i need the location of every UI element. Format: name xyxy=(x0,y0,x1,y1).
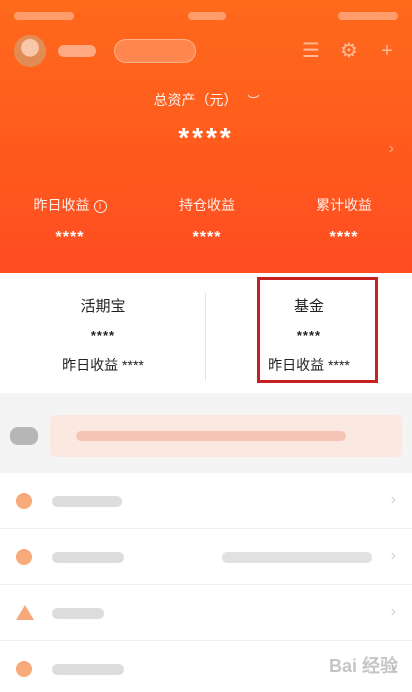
highlight-box xyxy=(257,277,378,383)
card-title: 活期宝 xyxy=(80,298,126,315)
speaker-icon xyxy=(10,427,38,445)
item-icon xyxy=(16,605,34,620)
chevron-right-icon: › xyxy=(390,603,396,620)
status-bar xyxy=(0,6,412,26)
total-assets-label-text: 总资产（元） xyxy=(153,92,238,108)
blurred-content: › › › › Bai 经验 xyxy=(0,393,412,692)
holding-earnings[interactable]: 持仓收益 **** xyxy=(137,195,277,247)
item-label xyxy=(52,552,124,563)
item-detail xyxy=(222,552,372,563)
chevron-right-icon: › xyxy=(390,491,396,508)
info-icon[interactable]: i xyxy=(93,200,107,213)
item-icon xyxy=(16,493,32,509)
notice-bar[interactable] xyxy=(50,415,402,457)
total-assets-value[interactable]: **** xyxy=(0,122,412,154)
item-icon xyxy=(16,549,32,565)
yesterday-earnings-value: **** xyxy=(55,229,85,246)
top-bar: ☰ ⚙ + xyxy=(14,35,398,67)
bill-icon[interactable]: ☰ xyxy=(300,40,322,62)
item-label xyxy=(52,496,122,507)
member-badge[interactable] xyxy=(114,39,196,63)
list-item[interactable]: › xyxy=(0,585,412,641)
watermark: Bai 经验 xyxy=(328,656,398,676)
item-label xyxy=(52,608,104,619)
add-icon[interactable]: + xyxy=(376,40,398,62)
card-amount: **** xyxy=(90,328,116,343)
settings-icon[interactable]: ⚙ xyxy=(338,40,360,62)
total-earnings-label: 累计收益 xyxy=(316,197,372,213)
holding-earnings-label: 持仓收益 xyxy=(179,197,235,213)
chevron-right-icon[interactable]: › xyxy=(389,140,394,158)
nickname xyxy=(58,45,96,57)
item-icon xyxy=(16,661,32,677)
earnings-row: 昨日收益 i **** 持仓收益 **** 累计收益 **** xyxy=(0,195,412,255)
avatar[interactable] xyxy=(14,35,46,67)
hidden-eye-icon[interactable]: ︶ xyxy=(247,92,259,109)
total-earnings[interactable]: 累计收益 **** xyxy=(274,195,412,247)
list-item[interactable]: › xyxy=(0,473,412,529)
item-label xyxy=(52,664,124,675)
card-yesterday-earnings: 昨日收益 **** xyxy=(62,357,144,373)
asset-header: ☰ ⚙ + 总资产（元） ︶ **** › 昨日收益 i **** 持仓收益 ***… xyxy=(0,0,412,273)
list-item[interactable]: › xyxy=(0,529,412,585)
chevron-right-icon: › xyxy=(390,547,396,564)
notice-banner[interactable] xyxy=(10,415,402,457)
yesterday-earnings-label: 昨日收益 xyxy=(33,197,90,213)
total-assets-label: 总资产（元） ︶ xyxy=(0,90,412,110)
card-huoqibao[interactable]: 活期宝 **** 昨日收益 **** xyxy=(0,273,206,393)
total-earnings-value: **** xyxy=(329,229,359,246)
holding-earnings-value: **** xyxy=(192,229,222,246)
yesterday-earnings[interactable]: 昨日收益 i **** xyxy=(0,195,140,247)
